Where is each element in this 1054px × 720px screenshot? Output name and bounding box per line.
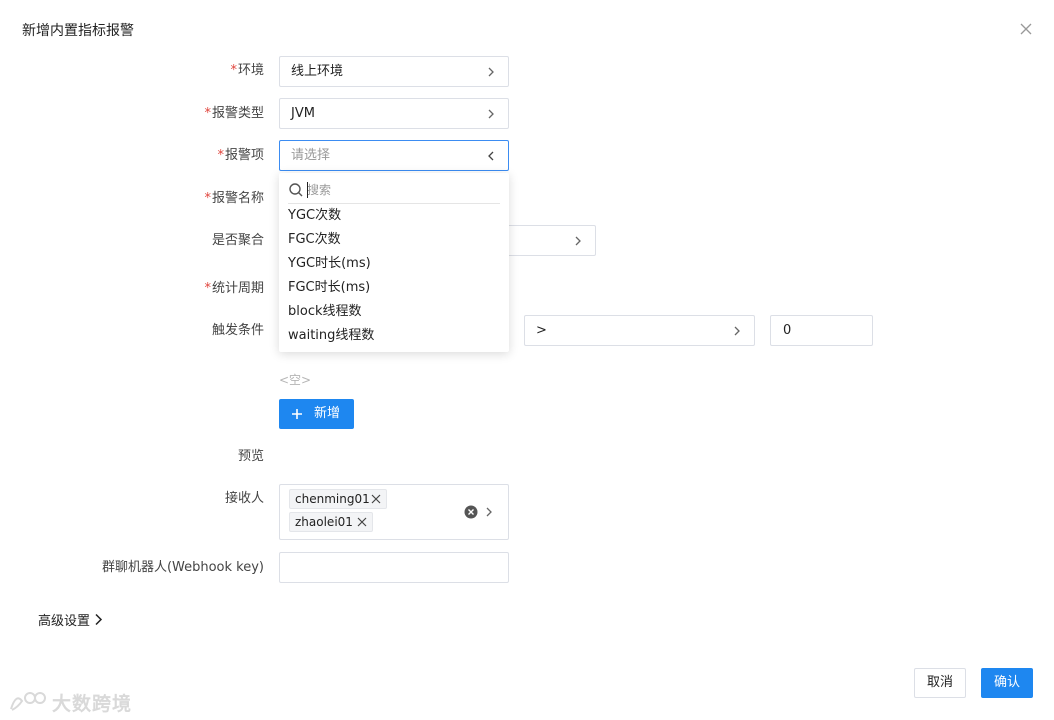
chevron-right-icon — [488, 67, 494, 77]
chevron-right-icon — [734, 326, 740, 336]
chevron-right-icon — [95, 613, 103, 626]
alert-name-label: *报警名称 — [204, 191, 264, 206]
alert-item-dropdown: 搜索 YGC次数 FGC次数 YGC时长(ms) FGC时长(ms) block… — [279, 173, 509, 352]
trigger-operator-value: > — [536, 323, 547, 338]
required-mark: * — [204, 106, 211, 121]
receivers-select[interactable]: chenming01 zhaolei01 — [279, 484, 509, 540]
alert-type-select-value: JVM — [291, 106, 315, 121]
search-icon — [289, 183, 303, 197]
dropdown-option[interactable]: YGC时长(ms) — [288, 253, 371, 275]
dropdown-search-placeholder: 搜索 — [307, 183, 332, 197]
dropdown-option[interactable]: block线程数 — [288, 301, 362, 323]
period-label: *统计周期 — [204, 281, 264, 296]
dropdown-option[interactable]: FGC次数 — [288, 229, 341, 251]
receiver-tag-label: chenming01 — [295, 492, 370, 506]
trigger-threshold-value: 0 — [783, 323, 792, 338]
cancel-button[interactable]: 取消 — [914, 668, 966, 698]
dropdown-search[interactable]: 搜索 — [288, 179, 500, 204]
chevron-right-icon — [486, 507, 492, 517]
alert-type-select[interactable]: JVM — [279, 98, 509, 129]
required-mark: * — [230, 63, 237, 78]
plus-icon — [292, 409, 302, 419]
confirm-button[interactable]: 确认 — [981, 668, 1033, 698]
empty-text: <空> — [279, 373, 312, 387]
dropdown-option[interactable]: FGC时长(ms) — [288, 277, 370, 299]
trigger-threshold-input[interactable]: 0 — [770, 315, 873, 346]
required-mark: * — [217, 148, 224, 163]
receivers-label: 接收人 — [224, 491, 264, 506]
alert-item-label: *报警项 — [217, 148, 264, 163]
watermark-text: 大数跨境 — [52, 693, 133, 715]
chevron-left-icon — [488, 151, 494, 161]
advanced-settings-label: 高级设置 — [38, 614, 91, 629]
dialog-title: 新增内置指标报警 — [22, 23, 134, 39]
trigger-operator-select[interactable]: > — [524, 315, 755, 346]
add-button-label: 新增 — [314, 406, 341, 421]
preview-label: 预览 — [237, 449, 264, 464]
alert-type-label: *报警类型 — [204, 106, 264, 121]
tag-remove-icon[interactable] — [357, 517, 367, 527]
receiver-tag: zhaolei01 — [289, 512, 373, 532]
env-select-value: 线上环境 — [291, 64, 344, 79]
clear-circle-icon[interactable] — [464, 505, 478, 519]
required-mark: * — [204, 281, 211, 296]
tag-remove-icon[interactable] — [371, 494, 381, 504]
advanced-settings-toggle[interactable]: 高级设置 — [38, 610, 103, 629]
aggregate-label: 是否聚合 — [211, 233, 264, 248]
watermark-logo-icon — [10, 692, 46, 711]
receiver-tag: chenming01 — [289, 489, 387, 509]
env-select[interactable]: 线上环境 — [279, 56, 509, 87]
alert-item-placeholder: 请选择 — [291, 148, 331, 163]
env-label: *环境 — [230, 63, 264, 78]
dropdown-option[interactable]: YGC次数 — [288, 205, 341, 227]
text-caret — [307, 182, 308, 198]
webhook-label: 群聊机器人(Webhook key) — [101, 560, 264, 575]
trigger-label: 触发条件 — [211, 323, 264, 338]
webhook-input[interactable] — [279, 552, 509, 583]
chevron-right-icon — [575, 236, 581, 246]
add-button[interactable]: 新增 — [279, 399, 354, 429]
dropdown-option[interactable]: waiting线程数 — [288, 325, 374, 347]
chevron-right-icon — [488, 109, 494, 119]
required-mark: * — [204, 191, 211, 206]
receiver-tag-label: zhaolei01 — [295, 515, 353, 529]
alert-item-select[interactable]: 请选择 — [279, 140, 509, 171]
close-icon[interactable] — [1019, 22, 1033, 36]
